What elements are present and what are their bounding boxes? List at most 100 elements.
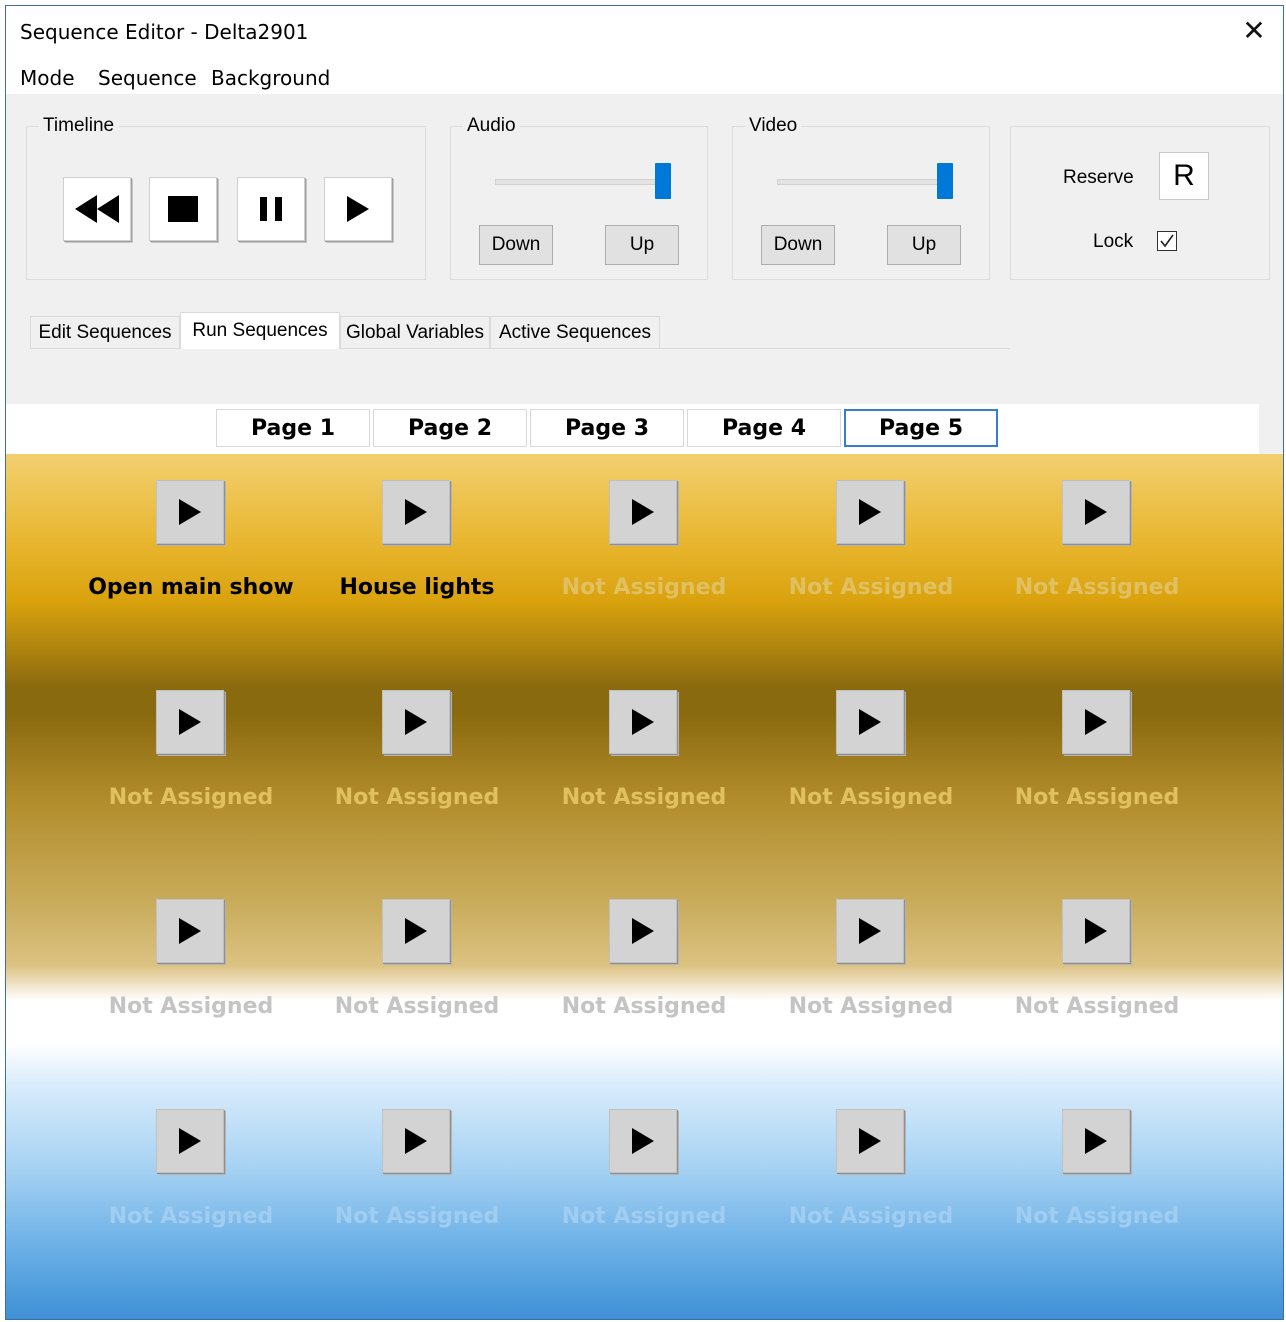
play-icon: [179, 918, 201, 944]
sequence-play-button[interactable]: [1062, 690, 1130, 754]
sequence-cell: House lights: [312, 480, 538, 690]
page-3-button[interactable]: Page 3: [530, 409, 684, 447]
menu-sequence[interactable]: Sequence: [98, 66, 197, 90]
play-button[interactable]: [324, 177, 392, 241]
lock-checkbox[interactable]: [1157, 231, 1177, 251]
sequence-play-button[interactable]: [1062, 899, 1130, 963]
video-slider-track[interactable]: [777, 179, 949, 185]
sequence-play-button[interactable]: [609, 899, 677, 963]
play-icon: [632, 1128, 654, 1154]
rewind-button[interactable]: [63, 177, 131, 241]
sequence-play-button[interactable]: [156, 480, 224, 544]
sequence-play-button[interactable]: [836, 1109, 904, 1173]
sequence-cell: Not Assigned: [992, 1109, 1218, 1319]
sequence-play-button[interactable]: [382, 480, 450, 544]
sequence-label: Not Assigned: [108, 1204, 274, 1229]
timeline-group: Timeline: [26, 115, 426, 280]
sequence-label: House lights: [339, 575, 495, 600]
tab-active-sequences[interactable]: Active Sequences: [490, 316, 660, 348]
sequence-cell: Open main show: [86, 480, 312, 690]
play-icon: [632, 709, 654, 735]
play-icon: [859, 499, 881, 525]
play-icon: [859, 1128, 881, 1154]
tab-edit-sequences[interactable]: Edit Sequences: [30, 316, 180, 348]
play-icon: [1085, 709, 1107, 735]
sequence-label: Not Assigned: [561, 1204, 727, 1229]
sequence-play-button[interactable]: [156, 690, 224, 754]
play-icon: [859, 709, 881, 735]
reserve-group: Reserve R Lock: [1010, 126, 1270, 280]
stop-button[interactable]: [149, 177, 217, 241]
play-icon: [1085, 918, 1107, 944]
video-up-button[interactable]: Up: [887, 225, 961, 265]
play-icon: [1085, 1128, 1107, 1154]
sequence-label: Not Assigned: [1014, 785, 1180, 810]
sequence-play-button[interactable]: [156, 899, 224, 963]
title-bar: Sequence Editor - Delta2901 ✕: [6, 6, 1283, 58]
sequence-cell: Not Assigned: [539, 899, 765, 1109]
menu-mode[interactable]: Mode: [20, 66, 75, 90]
video-slider-thumb[interactable]: [937, 163, 953, 199]
play-icon: [347, 196, 369, 222]
sequence-cell: Not Assigned: [992, 480, 1218, 690]
page-bar: Page 1 Page 2 Page 3 Page 4 Page 5: [6, 404, 1259, 454]
sequence-cell: Not Assigned: [86, 690, 312, 900]
sequence-label: Not Assigned: [788, 575, 954, 600]
sequence-cell: Not Assigned: [312, 690, 538, 900]
sequence-cell: Not Assigned: [539, 1109, 765, 1319]
page-4-button[interactable]: Page 4: [687, 409, 841, 447]
sequence-label: Not Assigned: [108, 994, 274, 1019]
sequence-label: Not Assigned: [788, 994, 954, 1019]
menu-background[interactable]: Background: [211, 66, 330, 90]
page-1-button[interactable]: Page 1: [216, 409, 370, 447]
play-icon: [405, 1128, 427, 1154]
sequence-play-button[interactable]: [836, 690, 904, 754]
sequence-label: Not Assigned: [788, 1204, 954, 1229]
tab-global-variables[interactable]: Global Variables: [340, 316, 490, 348]
reserve-label: Reserve: [1063, 167, 1134, 188]
sequence-cell: Not Assigned: [312, 1109, 538, 1319]
sequence-play-button[interactable]: [382, 690, 450, 754]
play-icon: [632, 918, 654, 944]
sequence-label: Not Assigned: [108, 785, 274, 810]
audio-slider-thumb[interactable]: [655, 163, 671, 199]
sequence-label: Not Assigned: [788, 785, 954, 810]
page-5-button[interactable]: Page 5: [844, 409, 998, 447]
sequence-play-button[interactable]: [1062, 480, 1130, 544]
close-icon[interactable]: ✕: [1239, 16, 1269, 46]
sequence-label: Not Assigned: [561, 575, 727, 600]
lock-label: Lock: [1093, 231, 1134, 252]
sequence-label: Not Assigned: [561, 994, 727, 1019]
sequence-cell: Not Assigned: [539, 480, 765, 690]
sequence-label: Not Assigned: [561, 785, 727, 810]
sequence-cell: Not Assigned: [766, 480, 992, 690]
sequence-play-button[interactable]: [1062, 1109, 1130, 1173]
pause-icon: [260, 197, 282, 221]
sequence-grid: Open main show House lights Not Assigned No…: [6, 454, 1283, 1319]
video-down-button[interactable]: Down: [761, 225, 835, 265]
window-title: Sequence Editor - Delta2901: [20, 20, 309, 44]
pause-button[interactable]: [237, 177, 305, 241]
audio-up-button[interactable]: Up: [605, 225, 679, 265]
sequence-play-button[interactable]: [609, 690, 677, 754]
audio-down-button[interactable]: Down: [479, 225, 553, 265]
check-icon: [1160, 234, 1174, 248]
audio-slider-track[interactable]: [495, 179, 667, 185]
sequence-label: Open main show: [88, 575, 294, 600]
reserve-value-box[interactable]: R: [1159, 152, 1209, 200]
page-2-button[interactable]: Page 2: [373, 409, 527, 447]
sequence-editor-window: Sequence Editor - Delta2901 ✕ Mode Seque…: [5, 5, 1284, 1320]
sequence-play-button[interactable]: [382, 899, 450, 963]
sequence-play-button[interactable]: [382, 1109, 450, 1173]
rewind-icon: [75, 195, 119, 223]
play-icon: [859, 918, 881, 944]
sequence-play-button[interactable]: [836, 899, 904, 963]
sequence-cell: Not Assigned: [992, 899, 1218, 1109]
tab-run-sequences[interactable]: Run Sequences: [180, 312, 340, 349]
sequence-play-button[interactable]: [609, 1109, 677, 1173]
sequence-play-button[interactable]: [156, 1109, 224, 1173]
play-icon: [1085, 499, 1107, 525]
sequence-play-button[interactable]: [609, 480, 677, 544]
sequence-play-button[interactable]: [836, 480, 904, 544]
sequence-label: Not Assigned: [334, 1204, 500, 1229]
